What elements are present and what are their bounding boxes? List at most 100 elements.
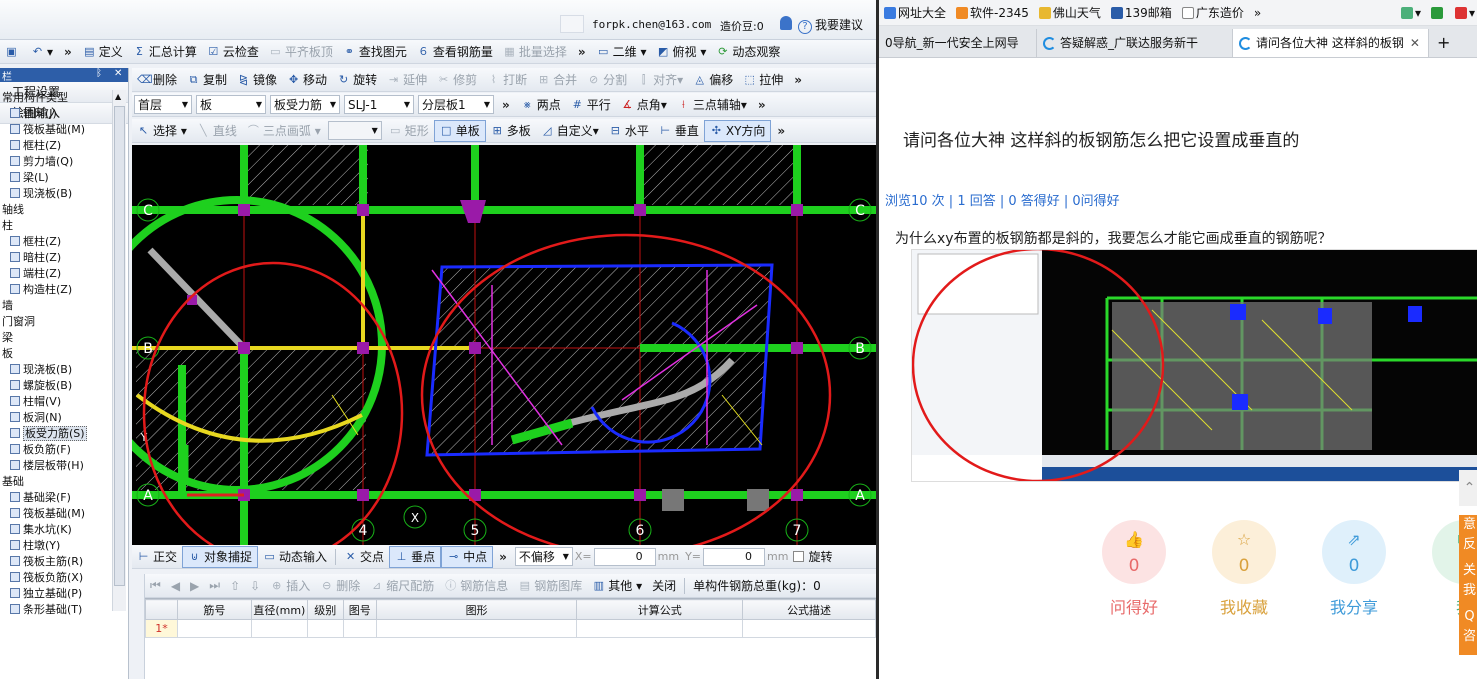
rebar-info-button[interactable]: ⓘ 钢筋信息: [439, 575, 513, 597]
scroll-thumb[interactable]: [114, 106, 125, 586]
line-button[interactable]: ╲ 直线: [192, 120, 242, 142]
col-header-description[interactable]: 公式描述: [742, 599, 876, 620]
stretch-button[interactable]: ⬚ 拉伸: [738, 69, 788, 91]
tree-scrollbar[interactable]: ▲: [112, 90, 126, 611]
last-record-button[interactable]: ⏭: [204, 575, 225, 597]
find-element-button[interactable]: ⚭ 查找图元: [338, 41, 412, 63]
tree-item[interactable]: 筏板基础(M): [0, 122, 112, 138]
prev-record-button[interactable]: ◀: [166, 575, 185, 597]
tree-item[interactable]: 板受力筋(S): [0, 426, 112, 442]
tree-item[interactable]: 集水坑(K): [0, 522, 112, 538]
tree-item[interactable]: 暗柱(Z): [0, 250, 112, 266]
trim-button[interactable]: ✂ 修剪: [432, 69, 482, 91]
tree-item[interactable]: 梁(L): [0, 170, 112, 186]
tree-item[interactable]: 筏板负筋(X): [0, 570, 112, 586]
extend-button[interactable]: ⇥ 延伸: [382, 69, 432, 91]
offset-button[interactable]: ◬ 偏移: [688, 69, 738, 91]
tree-item[interactable]: 板负筋(F): [0, 442, 112, 458]
element-name-select[interactable]: SLJ-1 ▼: [344, 95, 414, 114]
three-point-axis-button[interactable]: ⟊ 三点辅轴 ▾: [672, 94, 752, 116]
fav-item-1[interactable]: 软件-2345: [951, 4, 1034, 21]
fav-item-0[interactable]: 网址大全: [879, 4, 951, 21]
close-tab-icon[interactable]: ✕: [1410, 29, 1420, 57]
batch-select-button[interactable]: ▦ 批量选择: [498, 41, 572, 63]
tree-item[interactable]: 板洞(N): [0, 410, 112, 426]
y-input[interactable]: 0: [703, 547, 765, 566]
tab-1[interactable]: 答疑解惑_广联达服务新干: [1037, 29, 1233, 57]
insert-button[interactable]: ⊕ 插入: [265, 575, 315, 597]
move-up-button[interactable]: ⇧: [225, 575, 245, 597]
translate-icon[interactable]: ▾: [1450, 6, 1477, 20]
midpoint-snap[interactable]: ⊸ 中点: [441, 545, 494, 568]
floor-select[interactable]: 首层 ▼: [134, 95, 192, 114]
perpendicular-snap[interactable]: ⊥ 垂点: [389, 545, 442, 568]
dynamic-input-toggle[interactable]: ▭ 动态输入: [258, 546, 332, 568]
tree-item[interactable]: 板: [0, 346, 112, 362]
x-input[interactable]: 0: [593, 547, 656, 566]
toolbar2-more[interactable]: »: [788, 73, 808, 87]
point-angle-button[interactable]: ∡ 点角 ▾: [616, 94, 672, 116]
user-account[interactable]: forpk.chen@163.com: [592, 18, 711, 31]
toolbar-more-2[interactable]: »: [572, 45, 592, 59]
tree-item[interactable]: 门窗洞: [0, 314, 112, 330]
row-delete-button[interactable]: ⊖ 删除: [315, 575, 365, 597]
snap-toggle[interactable]: ⊍ 对象捕捉: [182, 545, 259, 568]
top-view-dropdown[interactable]: ◩ 俯视 ▾: [652, 41, 712, 63]
arc3-dropdown[interactable]: ⌒ 三点画弧 ▾: [242, 120, 326, 142]
cell[interactable]: [742, 619, 876, 638]
horizontal-button[interactable]: ⊟ 水平: [604, 120, 654, 142]
fav-item-4[interactable]: 广东造价: [1177, 4, 1249, 21]
tree-item[interactable]: 剪力墙(Q): [0, 154, 112, 170]
tree-item[interactable]: 墙: [0, 298, 112, 314]
tree-item[interactable]: 框柱(Z): [0, 234, 112, 250]
fav-more[interactable]: »: [1249, 6, 1266, 20]
drawing-canvas[interactable]: C B A C B A 4 5 6 7 X Y: [132, 145, 876, 545]
tree-item[interactable]: 独立基础(P): [0, 586, 112, 602]
tree-item[interactable]: 柱墩(Y): [0, 538, 112, 554]
cell[interactable]: [250, 619, 308, 638]
tree-item[interactable]: 构造柱(Z): [0, 282, 112, 298]
question-screenshot[interactable]: [911, 249, 1477, 482]
summary-button[interactable]: Σ 汇总计算: [128, 41, 202, 63]
suggest-button[interactable]: ? 我要建议: [798, 16, 863, 34]
tree-item[interactable]: 轴线: [0, 202, 112, 218]
merge-button[interactable]: ⊞ 合并: [532, 69, 582, 91]
view-2d-dropdown[interactable]: ▭ 二维 ▾: [592, 41, 652, 63]
feedback-side-panel[interactable]: 意反关我Q咨: [1459, 515, 1477, 655]
rotate-button[interactable]: ↻ 旋转: [332, 69, 382, 91]
new-tab-button[interactable]: +: [1429, 29, 1458, 57]
back-to-top-button[interactable]: ⌃: [1459, 470, 1477, 506]
book-icon[interactable]: [1426, 6, 1450, 19]
tree-item[interactable]: 基础梁(F): [0, 490, 112, 506]
xy-direction-button[interactable]: ✣ XY方向: [703, 119, 772, 142]
tab-2[interactable]: 请问各位大神 这样斜的板钢 ✕: [1233, 29, 1429, 57]
tree-item[interactable]: 柱帽(V): [0, 394, 112, 410]
tree-item[interactable]: 螺旋板(B): [0, 378, 112, 394]
action-button-2[interactable]: ⇗ 0 我分享: [1321, 520, 1387, 618]
toolbar3-more-2[interactable]: »: [752, 98, 772, 112]
rect-button[interactable]: ▭ 矩形: [384, 120, 434, 142]
bell-icon[interactable]: [780, 16, 792, 30]
intersection-snap[interactable]: ✕ 交点: [339, 546, 389, 568]
align-dropdown[interactable]: ⫿ 对齐 ▾: [632, 69, 688, 91]
tab-0[interactable]: 0导航_新一代安全上网导: [879, 29, 1037, 57]
tree-item[interactable]: 筏板主筋(R): [0, 554, 112, 570]
rotate-checkbox[interactable]: 旋转: [788, 546, 837, 568]
tree-item[interactable]: 现浇板(B): [0, 186, 112, 202]
offset-mode-select[interactable]: 不偏移 ▼: [514, 547, 573, 566]
tree-item[interactable]: 基础: [0, 474, 112, 490]
tree-item[interactable]: 常用构件类型: [0, 90, 112, 106]
fav-item-2[interactable]: 佛山天气: [1034, 4, 1106, 21]
cad-drawing[interactable]: C B A C B A 4 5 6 7 X Y: [132, 145, 876, 545]
question-stats[interactable]: 浏览10 次 | 1 回答 | 0 答得好 | 0问得好: [885, 190, 1120, 209]
single-slab-button[interactable]: □ 单板: [433, 119, 486, 142]
select-dropdown[interactable]: ↖ 选择 ▾: [132, 120, 192, 142]
save-button[interactable]: ▣: [0, 41, 26, 63]
close-icon[interactable]: ✕: [114, 68, 122, 79]
tree-item[interactable]: 筏板基础(M): [0, 506, 112, 522]
other-dropdown[interactable]: ▥ 其他 ▾: [587, 575, 647, 597]
custom-dropdown[interactable]: ◿ 自定义 ▾: [536, 120, 604, 142]
tree-item[interactable]: 框柱(Z): [0, 138, 112, 154]
toolbar-more[interactable]: »: [58, 45, 78, 59]
toolbar4-more[interactable]: »: [771, 124, 791, 138]
